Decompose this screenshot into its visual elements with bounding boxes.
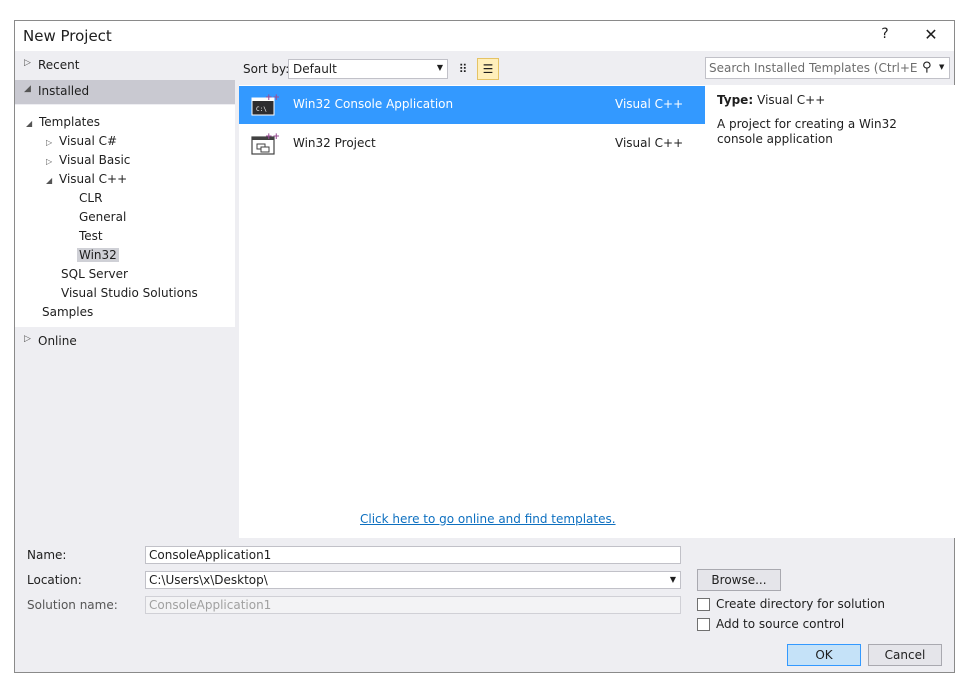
expand-arrow-icon: ▷ bbox=[46, 138, 53, 147]
console-app-icon: C:\ ++ bbox=[251, 93, 279, 116]
chevron-down-icon[interactable]: ▼ bbox=[939, 63, 944, 71]
sort-bar: Sort by: Default ▼ ⠿ ☰ bbox=[237, 57, 703, 81]
template-item-win32-console[interactable]: C:\ ++ Win32 Console Application Visual … bbox=[239, 86, 705, 124]
svg-text:C:\: C:\ bbox=[256, 106, 267, 113]
tree-node-label: Test bbox=[79, 229, 103, 243]
close-button[interactable]: ✕ bbox=[921, 25, 941, 45]
template-details-panel: Type: Visual C++ A project for creating a… bbox=[705, 85, 955, 538]
tree-node-label: Visual C# bbox=[59, 134, 118, 148]
chevron-down-icon: ▼ bbox=[669, 575, 676, 584]
svg-text:++: ++ bbox=[265, 93, 279, 103]
new-project-dialog: New Project ? ✕ ▷ Recent ◢ Installed ◢ Te… bbox=[14, 20, 955, 673]
tree-node-samples[interactable]: Samples bbox=[42, 303, 93, 322]
create-directory-checkbox[interactable] bbox=[697, 598, 710, 611]
template-name: Win32 Console Application bbox=[293, 97, 454, 111]
tree-node-visual-basic[interactable]: ▷ Visual Basic bbox=[46, 151, 130, 170]
expand-arrow-icon: ▷ bbox=[24, 58, 31, 68]
collapse-arrow-icon: ◢ bbox=[46, 176, 53, 185]
tree-node-test[interactable]: Test bbox=[79, 227, 103, 246]
nav-section-recent[interactable]: ▷ Recent bbox=[15, 54, 235, 78]
cancel-button[interactable]: Cancel bbox=[868, 644, 942, 666]
ok-button[interactable]: OK bbox=[787, 644, 861, 666]
name-label: Name: bbox=[27, 548, 67, 562]
nav-section-installed[interactable]: ◢ Installed bbox=[15, 80, 235, 104]
tree-node-label: General bbox=[79, 210, 127, 224]
dialog-title: New Project bbox=[23, 27, 112, 45]
win32-project-icon: ++ bbox=[251, 132, 279, 155]
title-bar: New Project ? ✕ bbox=[15, 21, 954, 51]
expand-arrow-icon: ▷ bbox=[46, 157, 53, 166]
tree-node-win32[interactable]: Win32 bbox=[77, 246, 119, 265]
tree-node-label: Templates bbox=[39, 115, 101, 129]
tree-node-label: Visual Basic bbox=[59, 153, 131, 167]
template-item-win32-project[interactable]: ++ Win32 Project Visual C++ bbox=[239, 125, 705, 163]
tree-node-label: Win32 bbox=[77, 248, 119, 262]
search-icon[interactable]: ⚲ bbox=[922, 60, 932, 75]
template-list: C:\ ++ Win32 Console Application Visual … bbox=[239, 85, 705, 538]
name-field[interactable]: ConsoleApplication1 bbox=[145, 546, 681, 564]
location-value: C:\Users\x\Desktop\ bbox=[149, 573, 268, 587]
sort-by-value: Default bbox=[293, 62, 337, 76]
tree-node-visual-csharp[interactable]: ▷ Visual C# bbox=[46, 132, 117, 151]
tree-node-vs-solutions[interactable]: Visual Studio Solutions bbox=[61, 284, 198, 303]
category-nav: ▷ Recent ◢ Installed ◢ Templates ▷ Visual … bbox=[15, 51, 235, 538]
solution-name-field: ConsoleApplication1 bbox=[145, 596, 681, 614]
tree-node-templates[interactable]: ◢ Templates bbox=[26, 113, 100, 132]
tree-node-sql-server[interactable]: SQL Server bbox=[61, 265, 128, 284]
search-box: ⚲ ▼ bbox=[705, 57, 950, 79]
tree-node-label: Visual Studio Solutions bbox=[61, 286, 198, 300]
nav-section-online[interactable]: ▷ Online bbox=[15, 330, 235, 354]
type-label: Type: bbox=[717, 93, 754, 107]
search-input[interactable] bbox=[709, 60, 917, 76]
template-language: Visual C++ bbox=[615, 97, 684, 111]
location-label: Location: bbox=[27, 573, 82, 587]
nav-section-label: Recent bbox=[38, 58, 80, 72]
sort-by-select[interactable]: Default ▼ bbox=[288, 59, 448, 79]
create-directory-label: Create directory for solution bbox=[716, 597, 886, 611]
chevron-down-icon: ▼ bbox=[436, 63, 443, 72]
solution-name-label: Solution name: bbox=[27, 598, 118, 612]
svg-text:++: ++ bbox=[265, 132, 279, 142]
tree-node-label: Samples bbox=[42, 305, 94, 319]
list-view-icon: ☰ bbox=[482, 62, 494, 76]
project-form: Name: ConsoleApplication1 Location: C:\U… bbox=[15, 538, 954, 672]
find-online-templates-link[interactable]: Click here to go online and find templat… bbox=[360, 512, 616, 526]
tree-node-label: CLR bbox=[79, 191, 103, 205]
browse-button[interactable]: Browse... bbox=[697, 569, 781, 591]
sort-by-label: Sort by: bbox=[243, 62, 290, 76]
expand-arrow-icon: ▷ bbox=[24, 334, 31, 344]
grid-view-icon: ⠿ bbox=[458, 62, 468, 76]
template-name: Win32 Project bbox=[293, 136, 376, 150]
source-control-label: Add to source control bbox=[716, 617, 845, 631]
nav-section-label: Online bbox=[38, 334, 77, 348]
collapse-arrow-icon: ◢ bbox=[24, 84, 31, 94]
location-field[interactable]: C:\Users\x\Desktop\ ▼ bbox=[145, 571, 681, 589]
collapse-arrow-icon: ◢ bbox=[26, 119, 33, 128]
tree-node-label: SQL Server bbox=[61, 267, 128, 281]
solution-name-value: ConsoleApplication1 bbox=[149, 598, 272, 612]
tree-node-clr[interactable]: CLR bbox=[79, 189, 102, 208]
tree-node-visual-cpp[interactable]: ◢ Visual C++ bbox=[46, 170, 127, 189]
template-tree: ◢ Templates ▷ Visual C# ▷ Visual Basic ◢ Vis… bbox=[15, 105, 235, 327]
template-description: A project for creating a Win32 console a… bbox=[717, 117, 897, 146]
type-value: Visual C++ bbox=[757, 93, 826, 107]
name-value: ConsoleApplication1 bbox=[149, 548, 272, 562]
template-language: Visual C++ bbox=[615, 136, 684, 150]
tree-node-general[interactable]: General bbox=[79, 208, 126, 227]
help-button[interactable]: ? bbox=[877, 26, 893, 44]
tree-node-label: Visual C++ bbox=[59, 172, 128, 186]
grid-view-button[interactable]: ⠿ bbox=[452, 58, 474, 80]
template-type-row: Type: Visual C++ bbox=[717, 93, 943, 107]
source-control-checkbox[interactable] bbox=[697, 618, 710, 631]
list-view-button[interactable]: ☰ bbox=[477, 58, 499, 80]
nav-section-label: Installed bbox=[38, 84, 90, 98]
